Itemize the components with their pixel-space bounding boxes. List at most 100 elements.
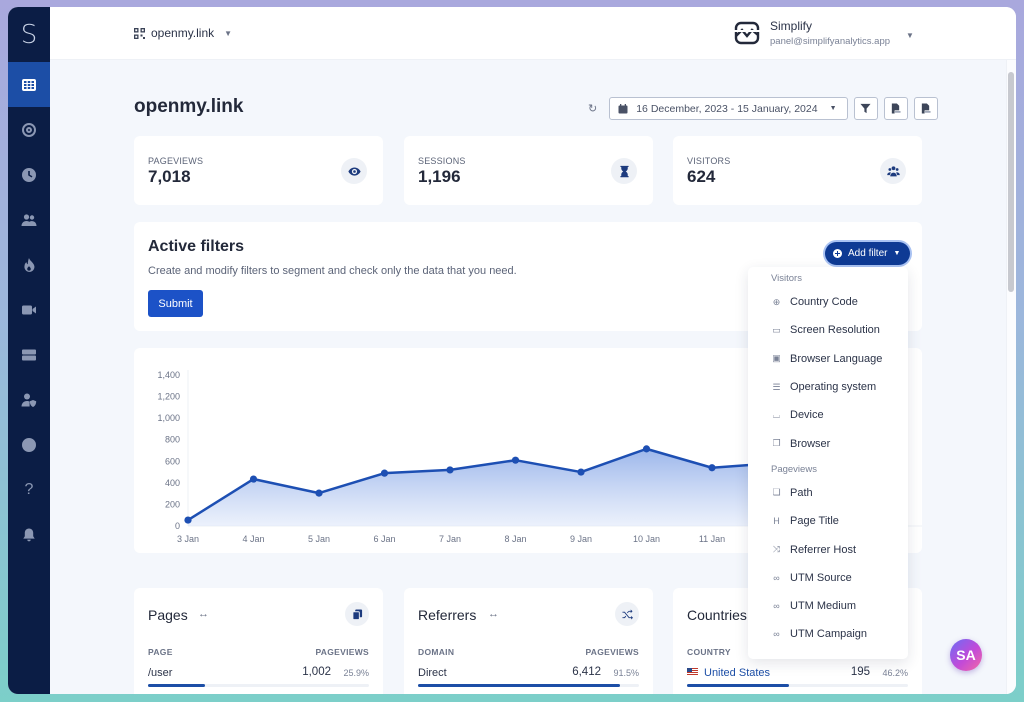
- app-logo[interactable]: S: [8, 7, 50, 62]
- date-range-label: 16 December, 2023 - 15 January, 2024: [636, 102, 818, 115]
- data-point: [708, 464, 716, 472]
- menu-item-country-code[interactable]: ⊕ Country Code: [748, 288, 908, 316]
- chevron-down-icon: ▼: [829, 105, 837, 112]
- menu-item-utm-source[interactable]: ∞ UTM Source: [748, 564, 908, 592]
- sidebar-item-notifications[interactable]: [8, 512, 50, 557]
- scrollbar-track[interactable]: [1006, 60, 1016, 694]
- menu-item-label: Referrer Host: [790, 543, 857, 556]
- menu-item-path[interactable]: ❏ Path: [748, 479, 908, 507]
- menu-item-browser-language[interactable]: ▣ Browser Language: [748, 345, 908, 373]
- shuffle-icon: ⤨: [772, 544, 781, 555]
- stat-value: 7,018: [148, 167, 191, 186]
- column-header: PAGEVIEWS: [315, 647, 369, 657]
- stat-value: 1,196: [418, 167, 461, 186]
- y-tick-label: 0: [175, 521, 180, 531]
- row-percent: 91.5%: [613, 668, 639, 678]
- export-csv-button[interactable]: [883, 97, 908, 120]
- date-range-picker[interactable]: 16 December, 2023 - 15 January, 2024 ▼: [609, 97, 848, 120]
- menu-item-utm-campaign[interactable]: ∞ UTM Campaign: [748, 620, 908, 648]
- sidebar-item-goals[interactable]: [8, 107, 50, 152]
- menu-item-label: Country Code: [790, 296, 858, 309]
- data-point: [184, 516, 192, 524]
- file-csv-icon: [891, 103, 901, 114]
- sidebar-item-heatmaps[interactable]: [8, 242, 50, 287]
- country-link[interactable]: United States: [687, 667, 770, 679]
- swap-icon[interactable]: ↔: [198, 608, 209, 620]
- menu-item-label: Device: [790, 409, 824, 422]
- menu-item-label: Operating system: [790, 381, 877, 394]
- clock-icon: [22, 167, 36, 182]
- column-header: PAGEVIEWS: [585, 647, 639, 657]
- menu-item-screen-resolution[interactable]: ▭ Screen Resolution: [748, 316, 908, 344]
- add-filter-label: Add filter: [848, 248, 888, 259]
- scrollbar-thumb[interactable]: [1008, 72, 1014, 292]
- site-selector[interactable]: openmy.link ▼: [134, 26, 232, 40]
- data-point: [642, 445, 651, 453]
- users-icon: [886, 165, 900, 176]
- swap-icon[interactable]: ↔: [488, 608, 499, 620]
- page-path-link[interactable]: /user: [148, 667, 172, 679]
- x-tick-label: 4 Jan: [242, 534, 264, 544]
- y-tick-label: 200: [165, 499, 180, 509]
- stat-badge: [341, 158, 367, 184]
- menu-item-referrer-host[interactable]: ⤨ Referrer Host: [748, 535, 908, 563]
- file-pdf-icon: [921, 103, 931, 114]
- sidebar-item-websites[interactable]: [8, 422, 50, 467]
- stat-card-sessions: SESSIONS 1,196: [404, 136, 653, 205]
- stat-label: VISITORS: [687, 156, 731, 166]
- link-icon: ∞: [773, 572, 780, 583]
- submit-button[interactable]: Submit: [148, 290, 203, 317]
- sidebar-item-recordings[interactable]: [8, 287, 50, 332]
- filters-description: Create and modify filters to segment and…: [148, 265, 517, 277]
- menu-item-browser[interactable]: ❐ Browser: [748, 429, 908, 457]
- menu-item-page-title[interactable]: H Page Title: [748, 507, 908, 535]
- users-icon: [21, 213, 37, 226]
- account-name: Simplify: [770, 19, 813, 33]
- refresh-icon[interactable]: ↻: [588, 102, 597, 115]
- site-name: openmy.link: [151, 26, 215, 40]
- sidebar-item-visitors[interactable]: [8, 197, 50, 242]
- menu-item-label: Browser Language: [790, 352, 883, 365]
- x-tick-label: 6 Jan: [373, 534, 395, 544]
- user-avatar[interactable]: SA: [950, 639, 982, 671]
- globe-icon: [22, 437, 36, 452]
- sidebar-item-privacy[interactable]: [8, 377, 50, 422]
- referrer-domain[interactable]: Direct: [418, 667, 447, 679]
- filter-button[interactable]: [853, 97, 878, 120]
- copy-icon: [351, 608, 362, 620]
- add-filter-menu: Visitors ⊕ Country Code ▭ Screen Resolutio…: [748, 267, 908, 659]
- data-point: [249, 475, 258, 483]
- account-menu[interactable]: Simplify panel@simplifyanalytics.app ▼: [734, 19, 914, 47]
- chevron-down-icon: ▼: [224, 28, 233, 38]
- qr-code-icon: [134, 27, 145, 39]
- window-icon: ❐: [772, 438, 781, 449]
- data-point: [446, 466, 454, 474]
- menu-item-label: UTM Campaign: [790, 628, 868, 641]
- share-bar: [687, 684, 908, 687]
- stat-label: PAGEVIEWS: [148, 156, 204, 166]
- menu-item-device[interactable]: ⌴ Device: [748, 401, 908, 429]
- y-tick-label: 1,400: [157, 370, 180, 380]
- sidebar-item-realtime[interactable]: [8, 152, 50, 197]
- x-tick-label: 5 Jan: [308, 534, 330, 544]
- stat-card-pageviews: PAGEVIEWS 7,018: [134, 136, 383, 205]
- page-title: openmy.link: [134, 96, 244, 117]
- sidebar-item-help[interactable]: ?: [8, 467, 50, 512]
- topbar: openmy.link ▼ Simplify panel@simplifyana…: [50, 7, 1016, 60]
- export-pdf-button[interactable]: [913, 97, 938, 120]
- sidebar-item-dashboard[interactable]: [8, 62, 50, 107]
- share-bar-fill: [687, 684, 790, 687]
- card-badge: [615, 602, 639, 626]
- sidebar-item-servers[interactable]: [8, 332, 50, 377]
- share-bar-fill: [148, 684, 206, 687]
- column-header: DOMAIN: [418, 647, 455, 657]
- chevron-down-icon: ▼: [906, 31, 914, 40]
- menu-item-utm-medium[interactable]: ∞ UTM Medium: [748, 592, 908, 620]
- menu-item-operating-system[interactable]: ☰ Operating system: [748, 373, 908, 401]
- add-filter-button[interactable]: Add filter ▼: [825, 242, 911, 265]
- stat-value: 624: [687, 167, 716, 186]
- account-email: panel@simplifyanalytics.app: [770, 36, 891, 47]
- share-bar: [148, 684, 369, 687]
- y-tick-label: 600: [165, 456, 180, 466]
- heading-icon: H: [773, 516, 780, 527]
